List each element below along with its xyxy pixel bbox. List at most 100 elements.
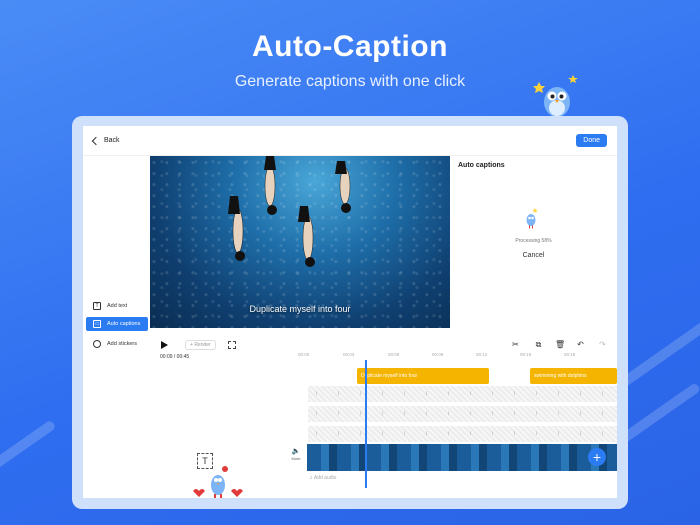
auto-captions-panel: Auto captions Processing 58% Cancel [450,156,617,328]
top-bar: Back Done [83,126,617,156]
track-tick-mark: ¦ [470,390,472,395]
hero-subtitle: Generate captions with one click [234,73,466,90]
track-tick-mark: ¦ [426,430,428,435]
mascot-bird-icon [193,466,243,498]
ruler-tick: 00:00 [298,352,310,357]
track-tick-mark: ¦ [316,390,318,395]
render-button[interactable]: + Render [185,340,216,350]
play-icon[interactable] [161,341,168,349]
sidebar-item-add-stickers[interactable]: Add stickers [86,337,148,351]
captions-icon: ▭ [93,320,101,328]
track-tick-mark: ¦ [426,410,428,415]
track-tick-mark: ¦ [360,430,362,435]
track-tick-mark: ¦ [382,410,384,415]
caption-clip[interactable]: Duplicate myself into four [357,368,489,384]
caption-overlay: Duplicate myself into four [249,304,351,314]
playhead[interactable] [365,360,367,488]
ruler-tick: 00:12 [476,352,488,357]
track-tick-mark: ¦ [558,410,560,415]
track-tick-mark: ¦ [514,390,516,395]
undo-icon[interactable]: ↶ [576,340,585,349]
track-tick-mark: ¦ [360,410,362,415]
tool-sidebar: T Add text ▭ Auto captions Add stickers [83,156,150,498]
processing-status: Processing 58% [515,238,552,244]
track-tick-mark: ¦ [580,430,582,435]
track-tick-mark: ¦ [404,390,406,395]
cancel-button[interactable]: Cancel [450,252,617,259]
sidebar-item-add-text[interactable]: T Add text [86,299,148,313]
mute-label: Mute [291,456,301,461]
track-tick-mark: ¦ [338,390,340,395]
caption-clip[interactable]: swimming with dolphins [530,368,617,384]
video-track[interactable] [307,444,617,471]
trash-icon[interactable]: 🗑 [555,340,565,349]
ruler-tick: 00:18 [564,352,576,357]
sidebar-item-label: Auto captions [107,321,141,327]
ruler-tick: 00:03 [343,352,355,357]
duplicate-icon[interactable]: ⧉ [534,340,543,349]
track-tick-mark: ¦ [536,430,538,435]
track-tick-mark: ¦ [492,410,494,415]
sidebar-item-label: Add stickers [107,341,137,347]
done-button[interactable]: Done [576,134,607,147]
speaker-icon: 🔈 [291,448,301,455]
track-tick-mark: ¦ [558,430,560,435]
decor-line [617,317,700,390]
track-tick-mark: ¦ [382,390,384,395]
ruler-tick: 00:06 [388,352,400,357]
track-tick-mark: ¦ [492,390,494,395]
editor-screen: Back Done Duplicate myself into four Aut… [83,126,617,498]
timecode: 00:09 / 00:45 [160,354,190,360]
fullscreen-icon[interactable] [228,341,236,349]
hero-title: Auto-Caption [252,30,448,63]
divers-illustration [228,156,351,267]
text-icon: T [93,302,101,310]
track-tick-mark: ¦ [514,410,516,415]
ruler-tick: 00:09 [432,352,444,357]
track-tick-mark: ¦ [404,430,406,435]
track-tick-mark: ¦ [470,410,472,415]
track-tick-mark: ¦ [448,410,450,415]
track-tick-mark: ¦ [514,430,516,435]
track-tick-mark: ¦ [382,430,384,435]
add-audio-label: Add audio [313,475,337,481]
scissors-icon[interactable]: ✂ [511,340,520,349]
track-tick-mark: ¦ [536,390,538,395]
add-clip-button[interactable]: + [588,448,606,466]
timeline-track[interactable]: ¦ ¦ ¦ ¦ ¦ ¦ ¦ ¦ ¦ ¦ ¦ ¦ ¦ ¦ [308,426,617,442]
chevron-left-icon [91,136,101,145]
sidebar-item-auto-captions[interactable]: ▭ Auto captions [86,317,148,331]
render-label: Render [194,342,211,348]
video-preview[interactable]: Duplicate myself into four [150,156,450,328]
track-tick-mark: ¦ [404,410,406,415]
track-tick-mark: ¦ [448,430,450,435]
track-tick-mark: ¦ [558,390,560,395]
track-tick-mark: ¦ [580,410,582,415]
track-tick-mark: ¦ [536,410,538,415]
track-tick-mark: ¦ [602,390,604,395]
track-tick-mark: ¦ [492,430,494,435]
decor-line [0,419,57,480]
mute-toggle[interactable]: 🔈 Mute [289,448,303,461]
add-audio-button[interactable]: ♫ Add audio [309,475,336,481]
track-tick-mark: ¦ [360,390,362,395]
track-tick-mark: ¦ [316,410,318,415]
track-tick-mark: ¦ [338,430,340,435]
track-tick-mark: ¦ [602,430,604,435]
track-tick-mark: ¦ [448,390,450,395]
back-button[interactable]: Back [91,136,120,145]
loading-bird-icon [526,208,538,229]
timeline-track[interactable]: ¦ ¦ ¦ ¦ ¦ ¦ ¦ ¦ ¦ ¦ ¦ ¦ ¦ ¦ [308,386,617,402]
track-tick-mark: ¦ [316,430,318,435]
sidebar-item-label: Add text [107,303,128,309]
track-tick-mark: ¦ [426,390,428,395]
redo-icon[interactable]: ↷ [598,340,607,349]
track-tick-mark: ¦ [338,410,340,415]
track-tick-mark: ¦ [470,430,472,435]
panel-title: Auto captions [458,162,505,169]
sticker-icon [93,340,101,348]
track-tick-mark: ¦ [580,390,582,395]
timeline-track[interactable]: ¦ ¦ ¦ ¦ ¦ ¦ ¦ ¦ ¦ ¦ ¦ ¦ ¦ ¦ [308,406,617,422]
back-label: Back [104,137,120,144]
track-tick-mark: ¦ [602,410,604,415]
